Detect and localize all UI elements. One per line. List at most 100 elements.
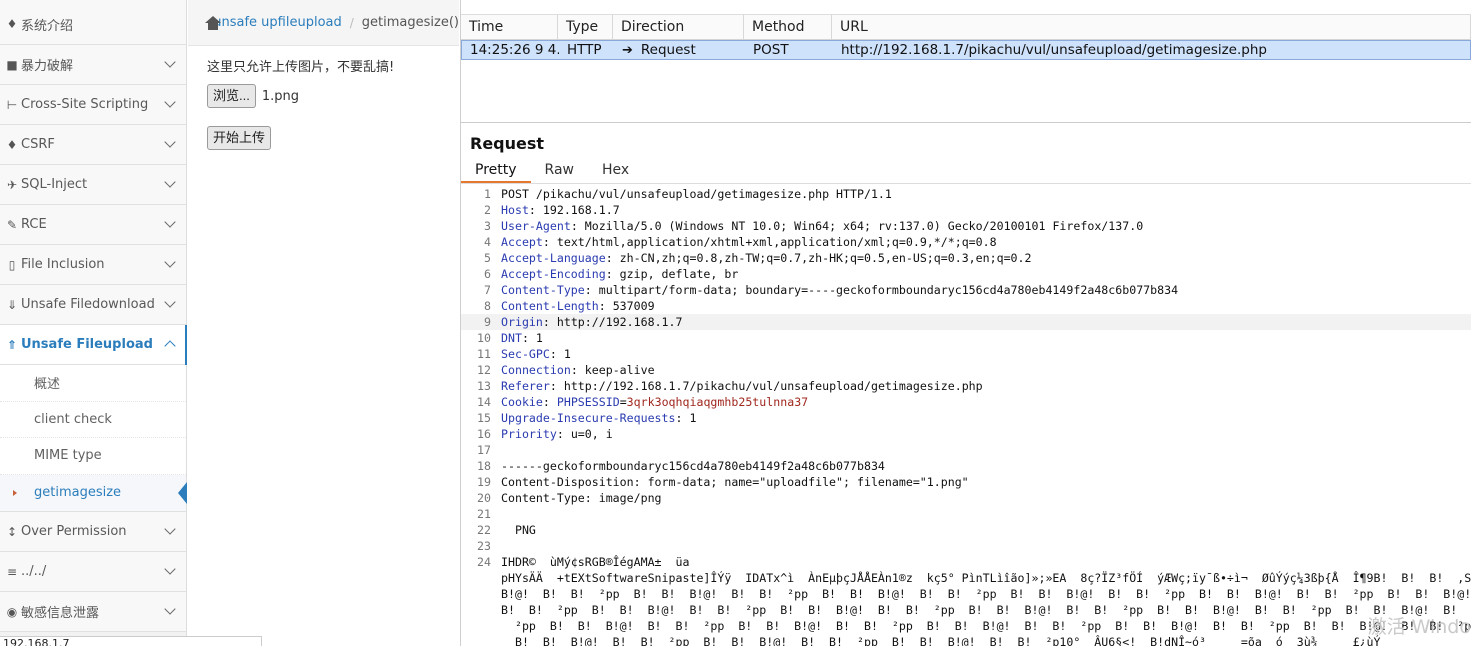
sidebar-item-label: Cross-Site Scripting (21, 97, 149, 112)
sidebar-item-rce[interactable]: ✎ RCE (0, 205, 186, 245)
sidebar-item-info-leak[interactable]: ◉ 敏感信息泄露 (0, 592, 186, 632)
chevron-down-icon (164, 563, 176, 575)
tab-pretty[interactable]: Pretty (461, 158, 531, 183)
code-line: 12 Connection: keep-alive (477, 363, 655, 377)
submenu-item-label: getimagesize (34, 485, 122, 501)
request-editor[interactable]: 1 POST /pikachu/vul/unsafeupload/getimage… (461, 186, 1471, 646)
code-line: 20 Content-Type: image/png (477, 491, 662, 505)
sidebar-item-label: 敏感信息泄露 (21, 606, 100, 621)
file-icon: ▯ (8, 257, 16, 272)
arrow-right-icon: ➔ (622, 43, 633, 58)
binary-line: pHYsÄÄ +tEXtSoftwareSnipaste]ÎÝÿ IDATx^ì… (501, 571, 1471, 585)
submenu-item-mime-type[interactable]: MIME type (0, 438, 186, 475)
table-header: Time Type Direction Method URL (461, 15, 1471, 40)
submenu-item-label: client check (34, 411, 112, 427)
column-header-method[interactable]: Method (744, 15, 832, 39)
upload-icon: ⇑ (6, 337, 18, 352)
sidebar-item-bruteforce[interactable]: ■ 暴力破解 (0, 45, 186, 85)
submenu-item-client-check[interactable]: client check (0, 402, 186, 438)
sidebar-item-label: Unsafe Filedownload (21, 297, 155, 312)
chevron-down-icon (164, 176, 176, 188)
upload-row: 开始上传 (207, 126, 272, 150)
tab-hex[interactable]: Hex (588, 158, 643, 183)
sidebar-item-label: ../../ (21, 564, 47, 579)
code-line: 13 Referer: http://192.168.1.7/pikachu/vu… (477, 379, 983, 393)
table-row[interactable]: 14:25:26 9 4... HTTP ➔ Request POST http:… (461, 40, 1471, 60)
plane-icon: ✈ (6, 177, 18, 192)
upload-notice: 这里只允许上传图片，不要乱搞! (207, 60, 395, 75)
chevron-down-icon (164, 340, 176, 352)
sidebar-item-csrf[interactable]: ♦ CSRF (0, 125, 186, 165)
code-line: 24 IHDR© ùMý¢sRGB®ÎégAMA± üa (477, 555, 690, 569)
camera-icon: ◉ (6, 604, 18, 619)
sidebar-item-label: Over Permission (21, 524, 127, 539)
sidebar-item-filedownload[interactable]: ⇓ Unsafe Filedownload (0, 285, 186, 325)
code-line: 19 Content-Disposition: form-data; name="… (477, 475, 969, 489)
sidebar: ♦ 系统介绍 ■ 暴力破解 ⊢ Cross-Site Scripting ♦ C… (0, 0, 187, 646)
binary-line: ²pp B! B! B!@! B! B! ²pp B! B! B!@! B! B… (501, 619, 1471, 633)
browse-button[interactable]: 浏览... (207, 84, 256, 108)
activation-watermark: 激活 Windo (1367, 616, 1471, 638)
code-line: 16 Priority: u=0, i (477, 427, 613, 441)
sidebar-item-sqli[interactable]: ✈ SQL-Inject (0, 165, 186, 205)
upload-button[interactable]: 开始上传 (207, 126, 272, 150)
sitemap-icon: ⊢ (6, 97, 18, 112)
screen: ♦ 系统介绍 ■ 暴力破解 ⊢ Cross-Site Scripting ♦ C… (0, 0, 1471, 646)
sidebar-item-intro[interactable]: ♦ 系统介绍 (0, 0, 186, 45)
sidebar-item-label: 系统介绍 (21, 18, 74, 34)
code-line: 7 Content-Type: multipart/form-data; boun… (484, 283, 1179, 297)
chevron-down-icon (164, 296, 176, 308)
page-content: unsafe upfileupload / getimagesize() 这里只… (188, 0, 459, 646)
binary-line: B!@! B! B! ²pp B! B! B!@! B! B! ²pp B! B… (501, 587, 1471, 601)
column-header-url[interactable]: URL (832, 15, 1471, 39)
home-icon[interactable] (204, 15, 221, 30)
cell-url: http://192.168.1.7/pikachu/vul/unsafeupl… (841, 42, 1267, 58)
submenu-item-getimagesize[interactable]: getimagesize (0, 474, 187, 511)
cell-time: 14:25:26 9 4... (470, 42, 559, 58)
breadcrumb-link[interactable]: unsafe upfileupload (213, 15, 342, 30)
code-line: 5 Accept-Language: zh-CN,zh;q=0.8,zh-TW;q… (484, 251, 1032, 265)
sidebar-item-label: CSRF (21, 137, 55, 152)
lock-icon: ■ (6, 57, 18, 72)
code-line: 15 Upgrade-Insecure-Requests: 1 (477, 411, 697, 425)
code-line: 1 POST /pikachu/vul/unsafeupload/getimage… (484, 187, 892, 201)
breadcrumb-separator: / (349, 15, 354, 30)
chevron-down-icon (164, 523, 176, 535)
cell-direction-label: Request (640, 42, 696, 58)
chevron-down-icon (164, 603, 176, 615)
cell-method: POST (753, 42, 789, 58)
binary-line: B! B! ²pp B! B! B!@! B! B! ²pp B! B! B!@… (501, 603, 1471, 617)
pencil-icon: ✎ (6, 217, 18, 232)
selected-file-name: 1.png (261, 88, 299, 104)
file-picker: 浏览... 1.png (207, 84, 299, 108)
column-header-time[interactable]: Time (461, 15, 558, 39)
cell-type: HTTP (567, 42, 602, 58)
sidebar-item-over-permission[interactable]: ↕ Over Permission (0, 512, 186, 552)
download-icon: ⇓ (6, 297, 18, 312)
submenu-item-overview[interactable]: 概述 (0, 365, 186, 402)
sidebar-item-label: Unsafe Fileupload (21, 337, 153, 352)
tab-raw[interactable]: Raw (531, 158, 588, 183)
sidebar-item-dir-traversal[interactable]: ≡ ../../ (0, 552, 186, 592)
sidebar-item-xss[interactable]: ⊢ Cross-Site Scripting (0, 85, 186, 125)
burp-panel: Time Type Direction Method URL 14:25:26 … (460, 0, 1471, 646)
status-bar-url: 192.168.1.7 (0, 636, 262, 646)
sidebar-item-fileupload[interactable]: ⇑ Unsafe Fileupload (0, 325, 187, 365)
history-table: Time Type Direction Method URL 14:25:26 … (461, 15, 1471, 123)
code-line: 14 Cookie: PHPSESSID=3qrk3oqhqiaqgmhb25tu… (477, 395, 809, 409)
chevron-down-icon (164, 216, 176, 228)
sidebar-item-file-inclusion[interactable]: ▯ File Inclusion (0, 245, 186, 285)
column-header-type[interactable]: Type (558, 15, 613, 39)
sidebar-item-label: 暴力破解 (21, 59, 74, 74)
code-line: 10 DNT: 1 (477, 331, 543, 345)
sidebar-item-label: RCE (21, 217, 47, 232)
sidebar-item-label: File Inclusion (21, 257, 105, 272)
chevron-down-icon (164, 256, 176, 268)
code-line: 8 Content-Length: 537009 (484, 299, 655, 313)
code-line: 4 Accept: text/html,application/xhtml+xml… (484, 235, 997, 249)
text-height-icon: ↕ (6, 524, 18, 539)
column-header-direction[interactable]: Direction (613, 15, 744, 39)
breadcrumb: unsafe upfileupload / getimagesize() (188, 0, 459, 46)
request-title: Request (470, 134, 545, 153)
submenu-item-label: 概述 (34, 377, 61, 393)
